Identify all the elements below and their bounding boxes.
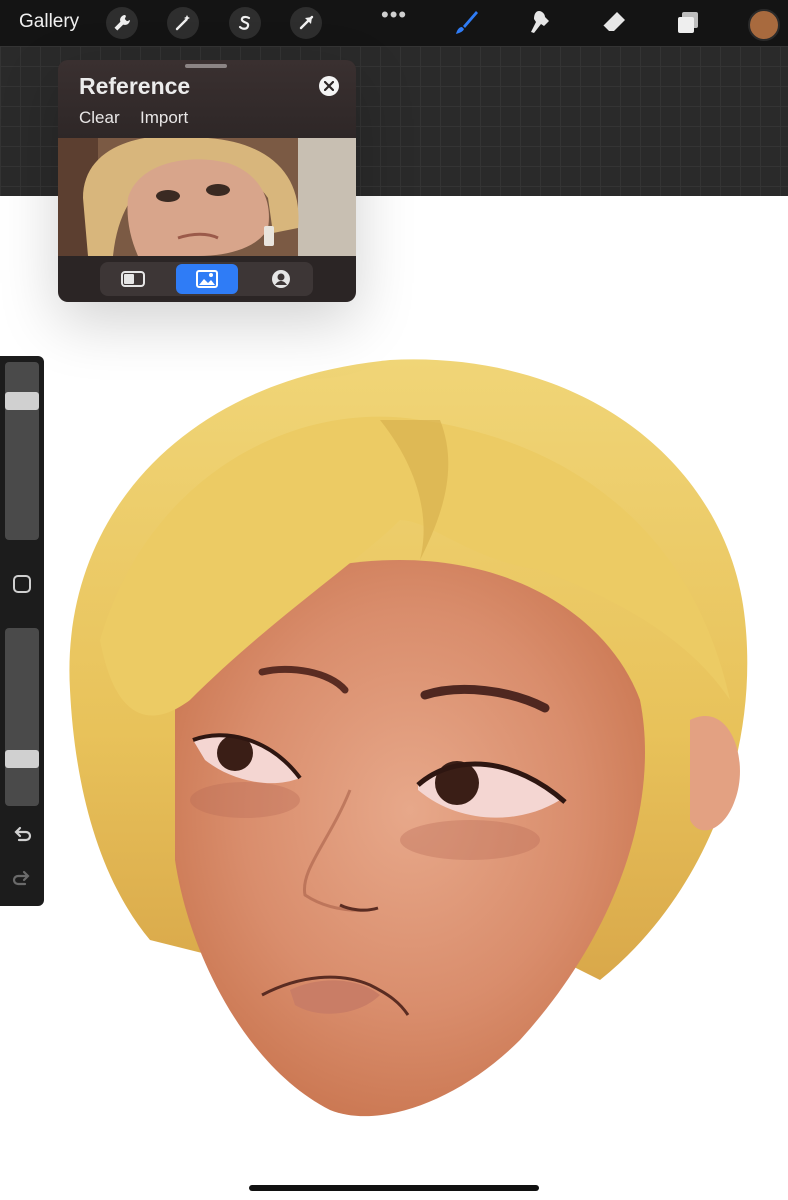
drag-handle[interactable] [185,64,227,68]
reference-window[interactable]: Reference Clear Import [58,60,356,302]
import-button[interactable]: Import [140,108,188,128]
eraser-icon[interactable] [598,7,630,39]
undo-icon[interactable] [10,822,34,846]
selection-s-icon[interactable] [229,7,261,39]
canvas-tab-icon[interactable] [102,264,164,294]
portrait-painting [69,359,748,1117]
brush-icon[interactable] [450,7,482,39]
arrow-cursor-icon[interactable] [290,7,322,39]
reference-header: Reference Clear Import [58,60,356,138]
brush-size-thumb[interactable] [5,392,39,410]
layers-icon[interactable] [672,7,704,39]
reference-tab-bar [100,262,313,296]
face-tab-icon[interactable] [250,264,312,294]
color-swatch-button[interactable] [748,9,780,41]
image-tab-icon[interactable] [176,264,238,294]
clear-button[interactable]: Clear [79,108,120,128]
wrench-icon[interactable] [106,7,138,39]
opacity-slider[interactable] [5,628,39,806]
square-icon[interactable] [12,574,32,594]
smudge-icon[interactable] [524,7,556,39]
home-indicator[interactable] [249,1185,539,1191]
opacity-thumb[interactable] [5,750,39,768]
more-options-icon[interactable]: ••• [381,2,407,28]
side-toolbar [0,356,44,906]
top-toolbar: Gallery ••• [0,0,788,46]
gallery-button[interactable]: Gallery [19,11,79,33]
reference-photo [58,138,356,256]
brush-size-slider[interactable] [5,362,39,540]
close-icon[interactable] [319,76,339,96]
reference-title: Reference [79,73,191,99]
redo-icon[interactable] [10,866,34,890]
magic-wand-icon[interactable] [167,7,199,39]
